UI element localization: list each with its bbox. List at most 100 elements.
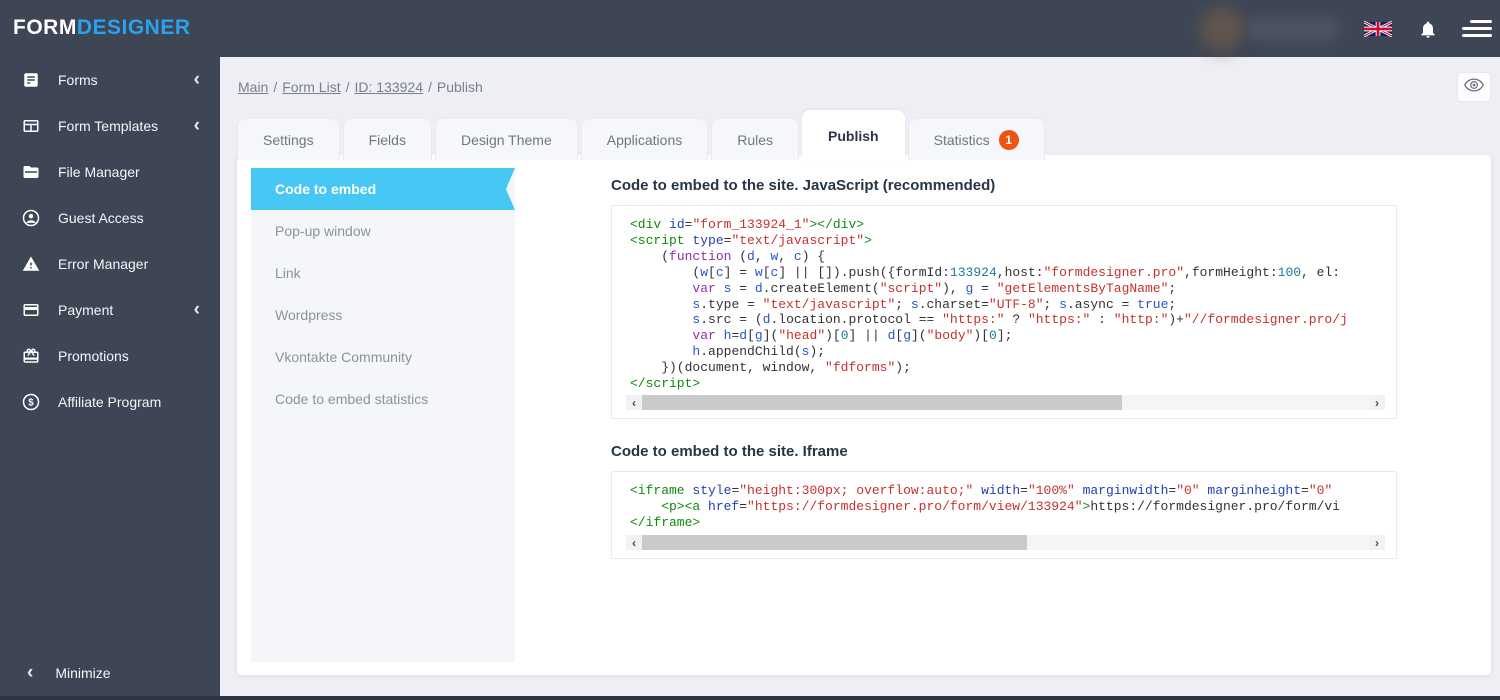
code-token: ; (895, 296, 911, 312)
tab-fields[interactable]: Fields (342, 118, 432, 160)
sidebar-item-promotions[interactable]: Promotions (0, 333, 220, 379)
scroll-left-arrow[interactable]: ‹ (626, 535, 642, 550)
subnav-item-code-to-embed-statistics[interactable]: Code to embed statistics (251, 378, 515, 420)
code-token: > (864, 232, 872, 248)
code-token: "https:" (1027, 312, 1091, 328)
tab-settings[interactable]: Settings (237, 118, 340, 160)
sidebar: Forms ‹ Form Templates ‹ File Manager Gu… (0, 57, 220, 696)
sidebar-item-form-templates[interactable]: Form Templates ‹ (0, 103, 220, 149)
code-token: ,host: (996, 264, 1044, 280)
code-line: </script> (630, 376, 1390, 392)
horizontal-scrollbar[interactable]: ‹ › (626, 535, 1385, 550)
person-icon (21, 209, 40, 228)
code-token: function (669, 248, 732, 264)
language-flag-icon[interactable] (1363, 20, 1393, 38)
breadcrumb-separator: / (273, 79, 278, 95)
tab-design-theme[interactable]: Design Theme (434, 118, 578, 160)
scrollbar-track[interactable] (642, 535, 1369, 550)
breadcrumb-link-form-list[interactable]: Form List (282, 79, 340, 95)
minimize-label: Minimize (55, 665, 111, 681)
sidebar-item-error-manager[interactable]: Error Manager (0, 241, 220, 287)
tab-statistics[interactable]: Statistics 1 (907, 118, 1045, 160)
code-token: s (1059, 296, 1067, 312)
sidebar-item-forms[interactable]: Forms ‹ (0, 57, 220, 103)
sidebar-item-file-manager[interactable]: File Manager (0, 149, 220, 195)
subnav-item-code-to-embed[interactable]: Code to embed (251, 168, 515, 210)
scroll-right-arrow[interactable]: › (1369, 535, 1385, 550)
subnav-item-wordpress[interactable]: Wordpress (251, 294, 515, 336)
scrollbar-thumb[interactable] (642, 395, 1122, 410)
breadcrumb-link-form-id[interactable]: ID: 133924 (354, 79, 423, 95)
tab-applications[interactable]: Applications (580, 118, 709, 160)
logo-part-form: FORM (13, 16, 77, 39)
tab-label: Design Theme (460, 131, 552, 148)
code-token: ; (1168, 296, 1177, 312)
eye-icon (1464, 78, 1484, 97)
breadcrumb-link-main[interactable]: Main (238, 79, 268, 95)
sidebar-item-guest-access[interactable]: Guest Access (0, 195, 220, 241)
code-line: s.type = "text/javascript"; s.charset="U… (630, 297, 1390, 313)
js-embed-code-block[interactable]: <div id="form_133924_1"></div> <script ty… (611, 205, 1397, 419)
code-token: ; (1168, 280, 1177, 296)
sidebar-item-label: Form Templates (58, 118, 159, 134)
svg-text:$: $ (28, 397, 34, 408)
code-token: "script" (879, 280, 943, 296)
code-token: <iframe (630, 483, 693, 498)
code-token: w (754, 264, 763, 280)
code-token: .async = (1066, 296, 1138, 312)
code-token: [ (747, 328, 755, 344)
horizontal-scrollbar[interactable]: ‹ › (626, 395, 1385, 410)
breadcrumb-separator: / (427, 79, 432, 95)
hamburger-menu-icon[interactable] (1460, 20, 1492, 40)
code-token: s (910, 296, 919, 312)
user-account-area[interactable] (1198, 4, 1348, 54)
sidebar-item-payment[interactable]: Payment ‹ (0, 287, 220, 333)
top-bar: FORMDESIGNER (0, 0, 1500, 57)
subnav-item-vkontakte-community[interactable]: Vkontakte Community (251, 336, 515, 378)
code-line: s.src = (d.location.protocol == "https:"… (630, 312, 1390, 328)
tab-label: Rules (737, 131, 774, 148)
code-line: (w[c] = w[c] || []).push({formId:133924,… (630, 265, 1390, 281)
iframe-embed-heading: Code to embed to the site. Iframe (611, 443, 848, 460)
code-token: ]( (762, 328, 779, 344)
chevron-left-icon: ‹ (193, 299, 200, 320)
code-token: "head" (778, 328, 826, 344)
avatar[interactable] (1200, 7, 1244, 51)
sidebar-item-affiliate-program[interactable]: $ Affiliate Program (0, 379, 220, 425)
sidebar-minimize-button[interactable]: ‹ Minimize (0, 650, 220, 696)
code-token: "body" (926, 328, 974, 344)
code-token: .type = (700, 296, 763, 312)
code-token: ( (630, 264, 701, 280)
code-token: ]; (996, 328, 1013, 344)
subnav-item-popup-window[interactable]: Pop-up window (251, 210, 515, 252)
code-token: w (700, 264, 709, 280)
tab-label: Fields (368, 131, 406, 148)
scroll-left-arrow[interactable]: ‹ (626, 395, 642, 410)
dollar-icon: $ (21, 393, 40, 412)
code-token: .src = ( (700, 312, 763, 328)
app-logo[interactable]: FORMDESIGNER (13, 16, 191, 40)
code-token: "http:" (1113, 312, 1169, 328)
iframe-embed-code-block[interactable]: <iframe style="height:300px; overflow:au… (611, 471, 1397, 559)
templates-icon (21, 117, 40, 136)
code-token: )[ (973, 328, 990, 344)
sidebar-item-label: File Manager (58, 164, 140, 180)
code-lines: <iframe style="height:300px; overflow:au… (630, 483, 1390, 531)
notifications-bell-icon[interactable] (1418, 19, 1440, 41)
tab-rules[interactable]: Rules (711, 118, 800, 160)
tab-label: Publish (828, 127, 879, 144)
scrollbar-thumb[interactable] (642, 535, 1028, 550)
sidebar-item-label: Promotions (58, 348, 129, 364)
scrollbar-track[interactable] (642, 395, 1369, 410)
preview-eye-button[interactable] (1457, 72, 1491, 102)
tab-publish[interactable]: Publish (802, 110, 905, 160)
subnav-item-link[interactable]: Link (251, 252, 515, 294)
code-token: ] || (848, 328, 888, 344)
code-token: type (692, 232, 724, 248)
scroll-right-arrow[interactable]: › (1369, 395, 1385, 410)
code-token: ); (809, 344, 826, 360)
